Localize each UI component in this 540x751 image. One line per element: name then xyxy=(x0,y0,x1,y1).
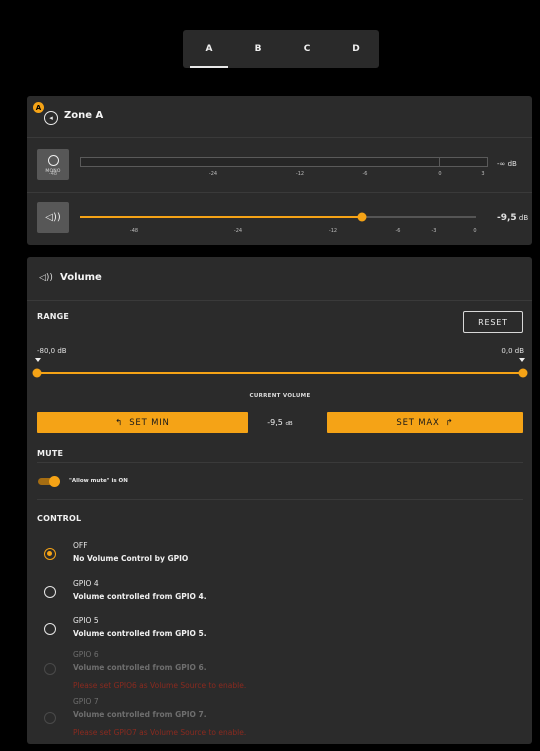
current-volume-value: -9,5 dB xyxy=(267,418,293,427)
zone-volume-value: -9,5 dB xyxy=(497,213,529,223)
control-label: CONTROL xyxy=(37,514,82,523)
zone-tab-bar: A B C D xyxy=(183,30,379,68)
range-max-knob[interactable] xyxy=(518,368,528,378)
tab-b[interactable]: B xyxy=(235,30,281,68)
option-title: OFF xyxy=(73,541,88,550)
volume-tick-label: -48 xyxy=(129,228,139,234)
volume-header-icon: ◁)) xyxy=(39,273,53,283)
arrow-up-left-icon: ↰ xyxy=(115,417,124,428)
meter-tick-label: 0 xyxy=(438,171,442,177)
mute-label: MUTE xyxy=(37,449,64,458)
speaker-icon: ◂ xyxy=(44,111,58,125)
option-description: No Volume Control by GPIO xyxy=(73,554,189,563)
set-min-button[interactable]: ↰ SET MIN xyxy=(37,412,248,433)
option-description: Volume controlled from GPIO 4. xyxy=(73,592,207,601)
radio-gpio5[interactable] xyxy=(44,623,56,635)
range-max-value: 0,0 dB xyxy=(501,347,524,355)
zone-badge: A xyxy=(33,102,44,113)
option-description: Volume controlled from GPIO 5. xyxy=(73,629,207,638)
range-label: RANGE xyxy=(37,312,70,321)
option-title: GPIO 5 xyxy=(73,616,99,625)
option-description: Volume controlled from GPIO 7. xyxy=(73,710,207,719)
arrow-up-right-icon: ↱ xyxy=(445,417,454,428)
option-title: GPIO 7 xyxy=(73,697,99,706)
mute-toggle[interactable] xyxy=(38,476,60,487)
volume-tick-label: -3 xyxy=(431,228,437,234)
option-title: GPIO 4 xyxy=(73,579,99,588)
volume-tick-label: -12 xyxy=(328,228,338,234)
mono-circle-icon xyxy=(47,155,59,166)
control-divider xyxy=(37,499,523,500)
range-min-value: -80,0 dB xyxy=(37,347,67,355)
radio-gpio7 xyxy=(44,712,56,724)
volume-header: ◁)) Volume xyxy=(27,257,532,301)
set-max-button[interactable]: SET MAX ↱ xyxy=(327,412,523,433)
level-meter xyxy=(80,157,488,167)
volume-panel: ◁)) Volume RANGE RESET -80,0 dB 0,0 dB C… xyxy=(27,257,532,744)
zone-volume-fill xyxy=(80,216,362,218)
meter-zero-mark xyxy=(439,157,440,167)
radio-gpio6 xyxy=(44,663,56,675)
range-min-knob[interactable] xyxy=(32,368,42,378)
reset-button[interactable]: RESET xyxy=(463,311,523,333)
zone-volume-knob[interactable] xyxy=(357,212,367,222)
mute-divider xyxy=(37,462,523,463)
zone-header: A ◂ Zone A xyxy=(27,96,532,138)
volume-tick-label: -24 xyxy=(233,228,243,234)
meter-tick-label: -48 xyxy=(48,171,58,177)
zone-title: Zone A xyxy=(64,110,104,121)
volume-title: Volume xyxy=(60,272,102,283)
tab-a[interactable]: A xyxy=(186,30,232,68)
tab-c[interactable]: C xyxy=(284,30,330,68)
meter-tick-label: -12 xyxy=(295,171,305,177)
option-warning: Please set GPIO6 as Volume Source to ena… xyxy=(73,681,247,690)
meter-value: -∞ dB xyxy=(497,160,517,168)
current-volume-label: CURRENT VOLUME xyxy=(249,393,311,399)
meter-tick-label: -6 xyxy=(362,171,368,177)
option-warning: Please set GPIO7 as Volume Source to ena… xyxy=(73,728,247,737)
tab-d[interactable]: D xyxy=(333,30,379,68)
set-min-label: SET MIN xyxy=(129,417,170,428)
volume-icon: ◁)) xyxy=(45,212,61,223)
range-max-marker-icon xyxy=(519,358,525,362)
mute-toggle-label: "Allow mute" is ON xyxy=(69,478,128,484)
volume-tick-label: -6 xyxy=(395,228,401,234)
option-description: Volume controlled from GPIO 6. xyxy=(73,663,207,672)
volume-tick-label: 0 xyxy=(473,228,477,234)
range-min-marker-icon xyxy=(35,358,41,362)
row-divider xyxy=(27,192,532,193)
range-track xyxy=(37,372,523,374)
radio-off[interactable] xyxy=(44,548,56,560)
zone-panel: A ◂ Zone A MONO -48 -24 -12 -6 0 3 -∞ dB ◁)) … xyxy=(27,96,532,245)
meter-tick-label: 3 xyxy=(481,171,485,177)
speaker-mute-button[interactable]: ◁)) xyxy=(37,202,69,233)
meter-tick-label: -24 xyxy=(208,171,218,177)
radio-gpio4[interactable] xyxy=(44,586,56,598)
set-max-label: SET MAX xyxy=(396,417,440,428)
option-title: GPIO 6 xyxy=(73,650,99,659)
